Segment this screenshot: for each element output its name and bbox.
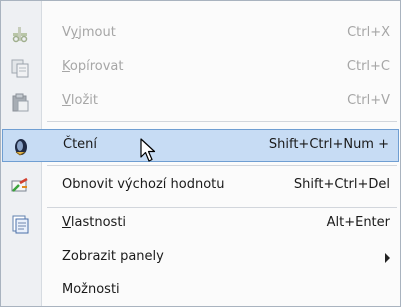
context-menu: Vyjmout Ctrl+X Kopírovat Ctrl+C Vložit C… <box>0 0 401 307</box>
menu-item-options[interactable]: Možnosti <box>1 274 400 307</box>
menu-item-label: Čtení <box>63 137 98 152</box>
scissors-icon <box>10 24 30 44</box>
menu-separator <box>47 121 397 122</box>
menu-item-cut[interactable]: Vyjmout Ctrl+X <box>1 17 400 50</box>
shortcut-label: Ctrl+V <box>347 93 390 108</box>
reset-icon <box>10 176 30 196</box>
paste-icon <box>10 92 30 112</box>
shortcut-label: Ctrl+X <box>347 25 390 40</box>
access-key: K <box>62 59 70 74</box>
menu-item-reset-default[interactable]: Obnovit výchozí hodnotu Shift+Ctrl+Del <box>1 169 400 202</box>
shortcut-label: Shift+Ctrl+Del <box>293 177 390 192</box>
menu-item-label: Zobrazit panely <box>62 249 164 264</box>
menu-item-label: Vlastnosti <box>62 215 127 230</box>
copy-icon <box>10 58 30 78</box>
mouse-cursor-icon <box>140 138 156 162</box>
menu-item-properties[interactable]: Vlastnosti Alt+Enter <box>1 207 400 240</box>
access-key: V <box>62 215 71 230</box>
menu-item-label: Kopírovat <box>62 59 124 74</box>
shortcut-label: Shift+Ctrl+Num + <box>268 137 389 152</box>
menu-item-read-aloud[interactable]: Čtení Shift+Ctrl+Num + <box>2 129 399 162</box>
access-key: y <box>70 25 79 40</box>
speaker-icon <box>11 137 31 157</box>
menu-item-paste[interactable]: Vložit Ctrl+V <box>1 85 400 118</box>
submenu-arrow-icon <box>385 253 390 263</box>
properties-icon <box>10 214 30 234</box>
menu-item-label: Vložit <box>62 93 99 108</box>
menu-item-label: Obnovit výchozí hodnotu <box>62 177 225 192</box>
menu-separator <box>47 165 397 166</box>
menu-item-label: Vyjmout <box>62 25 116 40</box>
shortcut-label: Ctrl+C <box>346 59 390 74</box>
menu-item-show-panels[interactable]: Zobrazit panely <box>1 241 400 274</box>
shortcut-label: Alt+Enter <box>326 215 390 230</box>
menu-item-label: Možnosti <box>62 282 120 297</box>
access-key: V <box>62 93 71 108</box>
menu-item-copy[interactable]: Kopírovat Ctrl+C <box>1 51 400 84</box>
